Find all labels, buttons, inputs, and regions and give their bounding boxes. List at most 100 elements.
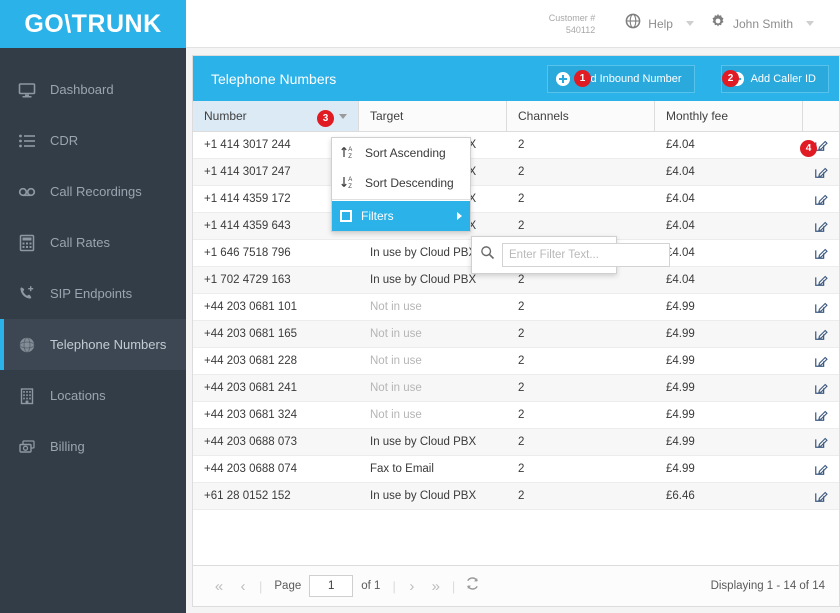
cell-target: In use by Cloud PBX (370, 490, 477, 502)
customer-number: 540112 (565, 24, 596, 35)
cell-number: +44 203 0681 165 (204, 328, 298, 340)
cell-channels: 2 (518, 193, 525, 205)
cell-channels: 2 (518, 409, 525, 421)
cell-monthly-fee: £4.04 (666, 139, 695, 151)
voicemail-icon (18, 183, 36, 201)
column-header-monthly-fee[interactable]: Monthly fee (655, 101, 803, 131)
sidebar-item-call-recordings[interactable]: Call Recordings (0, 166, 186, 217)
table-row[interactable]: +1 414 3017 247In use by Cloud PBX2£4.04 (193, 159, 839, 186)
table-row[interactable]: +1 414 4359 172In use by Cloud PBX2£4.04 (193, 186, 839, 213)
phone-add-icon (18, 285, 36, 303)
user-menu[interactable]: John Smith (710, 13, 814, 34)
page-label: Page (274, 580, 302, 592)
sidebar-item-billing[interactable]: Billing (0, 421, 186, 472)
edit-row-button[interactable] (803, 321, 839, 347)
menu-item-filters[interactable]: Filters (332, 201, 470, 231)
table-row[interactable]: +44 203 0681 324 Not in use 2 £4.99 (193, 402, 839, 429)
filter-text-input[interactable] (502, 243, 670, 267)
add-inbound-number-button[interactable]: Add Inbound Number (547, 64, 695, 93)
help-menu[interactable]: Help (625, 13, 694, 34)
table-row[interactable]: +44 203 0688 074 Fax to Email 2 £4.99 (193, 456, 839, 483)
last-page-button[interactable]: » (424, 574, 448, 598)
annotation-badge-2: 2 (722, 70, 739, 87)
edit-icon (815, 221, 828, 232)
cell-number: +61 28 0152 152 (204, 490, 291, 502)
calculator-icon (18, 234, 36, 252)
customer-info: Customer # 540112 (549, 12, 596, 36)
edit-icon (815, 302, 828, 313)
cell-target: Not in use (370, 409, 422, 421)
edit-row-button[interactable] (803, 456, 839, 482)
globe-icon (18, 336, 36, 354)
panel-header: Telephone Numbers Add Inbound Number Add… (193, 56, 839, 101)
cell-monthly-fee: £4.04 (666, 166, 695, 178)
edit-row-button[interactable] (803, 159, 839, 185)
gear-icon (710, 13, 726, 34)
refresh-icon[interactable] (465, 576, 480, 596)
sidebar-item-label: CDR (50, 133, 79, 148)
edit-row-button[interactable] (803, 240, 839, 266)
cell-number: +1 702 4729 163 (204, 274, 291, 286)
cell-monthly-fee: £4.99 (666, 301, 695, 313)
plus-circle-icon (556, 71, 570, 86)
cell-monthly-fee: £4.99 (666, 436, 695, 448)
edit-row-button[interactable] (803, 267, 839, 293)
cell-monthly-fee: £4.04 (666, 247, 695, 259)
menu-item-label: Filters (361, 209, 394, 223)
sidebar-item-sip-endpoints[interactable]: SIP Endpoints (0, 268, 186, 319)
edit-icon (815, 464, 828, 475)
cell-monthly-fee: £4.04 (666, 274, 695, 286)
sidebar-item-locations[interactable]: Locations (0, 370, 186, 421)
edit-row-button[interactable] (803, 402, 839, 428)
table-row[interactable]: +44 203 0681 101 Not in use 2 £4.99 (193, 294, 839, 321)
edit-row-button[interactable] (803, 375, 839, 401)
cell-channels: 2 (518, 490, 525, 502)
money-icon (18, 438, 36, 456)
sidebar-item-call-rates[interactable]: Call Rates (0, 217, 186, 268)
checkbox-icon[interactable] (340, 210, 352, 222)
edit-row-button[interactable] (803, 429, 839, 455)
table-row[interactable]: +44 203 0681 241 Not in use 2 £4.99 (193, 375, 839, 402)
edit-icon (815, 167, 828, 178)
divider: | (392, 578, 396, 594)
edit-icon (815, 410, 828, 421)
sidebar-item-label: Locations (50, 388, 106, 403)
next-page-button[interactable]: › (400, 574, 424, 598)
edit-row-button[interactable] (803, 294, 839, 320)
first-page-button[interactable]: « (207, 574, 231, 598)
chevron-down-icon[interactable] (335, 101, 351, 131)
page-number-input[interactable] (309, 575, 354, 597)
edit-row-button[interactable] (803, 483, 839, 509)
prev-page-button[interactable]: ‹ (231, 574, 255, 598)
cell-channels: 2 (518, 139, 525, 151)
annotation-badge-3: 3 (317, 110, 334, 127)
column-header-target[interactable]: Target (359, 101, 507, 131)
chevron-down-icon (685, 21, 694, 26)
sidebar-item-label: Dashboard (50, 82, 114, 97)
app-logo[interactable]: GO\TRUNK (0, 0, 186, 48)
table-row[interactable]: +61 28 0152 152 In use by Cloud PBX 2 £6.46 (193, 483, 839, 510)
edit-icon (815, 356, 828, 367)
table-row[interactable]: +44 203 0688 073 In use by Cloud PBX 2 £4.9… (193, 429, 839, 456)
sidebar-item-dashboard[interactable]: Dashboard (0, 64, 186, 115)
table-row[interactable]: +1 414 3017 244In use by Cloud PBX2£4.04 (193, 132, 839, 159)
edit-row-button[interactable] (803, 213, 839, 239)
chevron-down-icon (806, 21, 814, 26)
table-row[interactable]: +44 203 0681 228 Not in use 2 £4.99 (193, 348, 839, 375)
column-header-channels[interactable]: Channels (507, 101, 655, 131)
edit-icon (815, 248, 828, 259)
cell-monthly-fee: £4.99 (666, 382, 695, 394)
edit-row-button[interactable] (803, 186, 839, 212)
menu-item-sort-descending[interactable]: AZ Sort Descending (332, 168, 470, 198)
column-header-number[interactable]: Number (193, 101, 359, 131)
logo-text: GO\TRUNK (24, 9, 162, 38)
cell-number: +44 203 0681 101 (204, 301, 298, 313)
sidebar-item-telephone-numbers[interactable]: Telephone Numbers (0, 319, 186, 370)
sidebar-item-cdr[interactable]: CDR (0, 115, 186, 166)
sidebar-item-label: Call Rates (50, 235, 110, 250)
building-icon (18, 387, 36, 405)
edit-row-button[interactable] (803, 348, 839, 374)
table-row[interactable]: +44 203 0681 165 Not in use 2 £4.99 (193, 321, 839, 348)
menu-item-sort-ascending[interactable]: AZ Sort Ascending (332, 138, 470, 168)
sidebar-item-label: Call Recordings (50, 184, 142, 199)
